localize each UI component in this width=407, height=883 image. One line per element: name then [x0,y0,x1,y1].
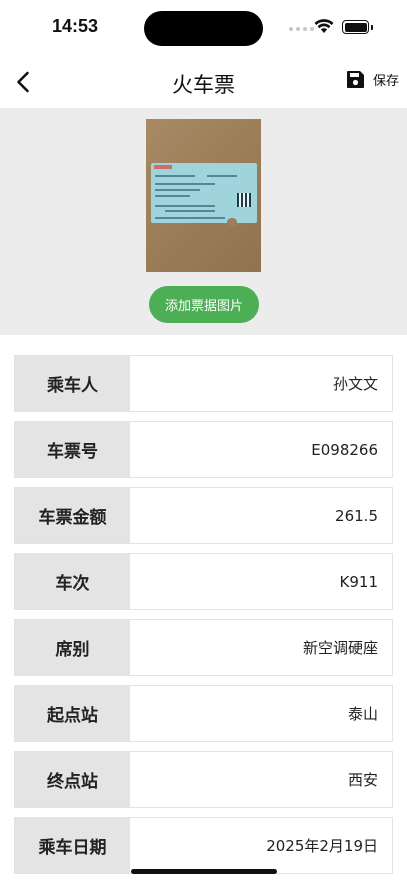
dynamic-island [144,11,263,46]
nav-bar: 火车票 保存 [0,56,407,108]
home-indicator [131,869,277,874]
field-value[interactable]: 2025年2月19日 [130,818,392,873]
field-row-travel-date[interactable]: 乘车日期 2025年2月19日 [14,817,393,874]
battery-icon [342,20,373,34]
field-label: 车票号 [15,422,130,477]
field-row-arrival-station[interactable]: 终点站 西安 [14,751,393,808]
field-value[interactable]: K911 [130,554,392,609]
save-label: 保存 [372,74,399,89]
cellular-signal-icon [289,27,314,31]
field-row-seat-class[interactable]: 席别 新空调硬座 [14,619,393,676]
ticket-image-section: 添加票据图片 [0,108,407,335]
field-label: 起点站 [15,686,130,741]
field-row-train-number[interactable]: 车次 K911 [14,553,393,610]
status-bar: 14:53 [0,0,407,56]
save-button[interactable]: 保存 [346,70,399,89]
field-label: 乘车日期 [15,818,130,873]
ticket-photo[interactable] [146,119,261,272]
field-value[interactable]: 西安 [130,752,392,807]
field-value[interactable]: 孙文文 [130,356,392,411]
field-label: 车票金额 [15,488,130,543]
wifi-icon [314,18,334,38]
field-label: 席别 [15,620,130,675]
field-value[interactable]: 261.5 [130,488,392,543]
field-label: 乘车人 [15,356,130,411]
field-value[interactable]: E098266 [130,422,392,477]
field-row-ticket-number[interactable]: 车票号 E098266 [14,421,393,478]
field-label: 终点站 [15,752,130,807]
status-time: 14:53 [52,16,99,36]
field-row-departure-station[interactable]: 起点站 泰山 [14,685,393,742]
add-ticket-image-button[interactable]: 添加票据图片 [149,286,259,323]
floppy-disk-icon [346,71,364,88]
field-value[interactable]: 泰山 [130,686,392,741]
field-value[interactable]: 新空调硬座 [130,620,392,675]
field-row-amount[interactable]: 车票金额 261.5 [14,487,393,544]
field-row-passenger[interactable]: 乘车人 孙文文 [14,355,393,412]
ticket-card-image [151,163,257,226]
field-label: 车次 [15,554,130,609]
